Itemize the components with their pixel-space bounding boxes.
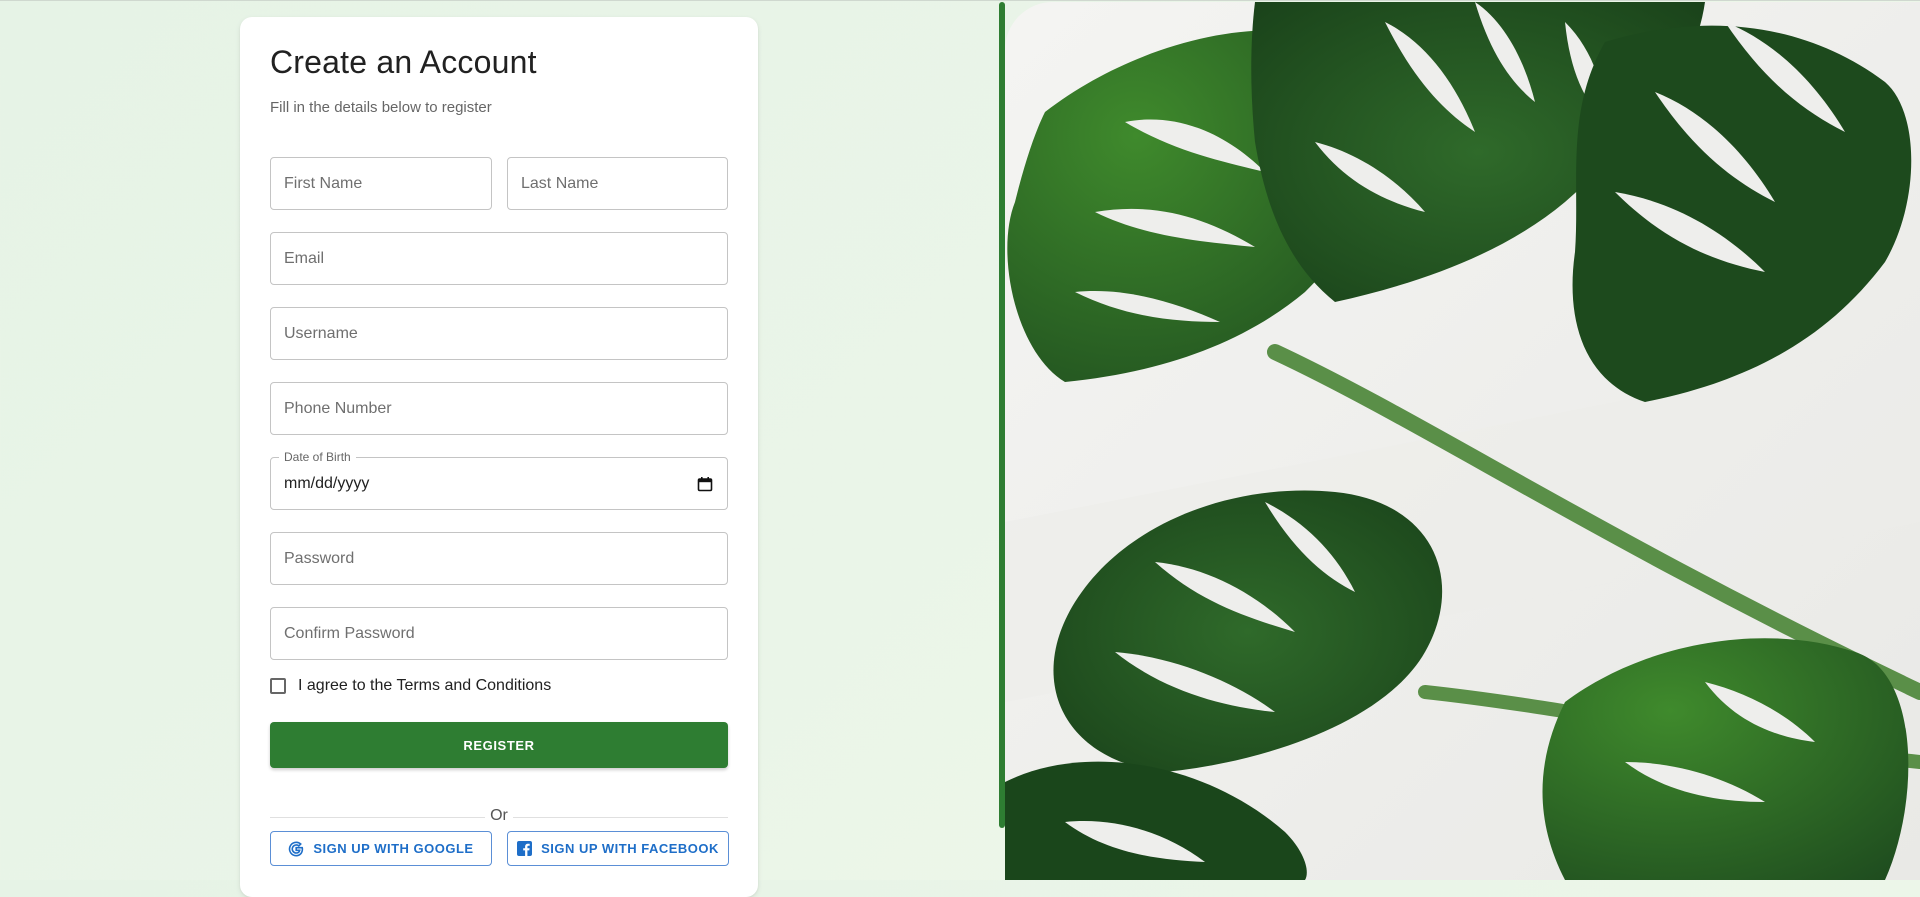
email-field (270, 232, 728, 285)
first-name-input[interactable] (271, 158, 491, 209)
last-name-field (507, 157, 728, 210)
divider-line-right (513, 817, 728, 818)
page-title: Create an Account (270, 44, 537, 80)
username-input[interactable] (271, 308, 727, 359)
google-icon (289, 841, 304, 857)
password-field (270, 532, 728, 585)
confirm-password-input[interactable] (271, 608, 727, 659)
terms-label[interactable]: I agree to the Terms and Conditions (298, 677, 551, 695)
page-subtitle: Fill in the details below to register (270, 99, 492, 116)
phone-field (270, 382, 728, 435)
last-name-input[interactable] (508, 158, 727, 209)
date-of-birth-field[interactable]: Date of Birth mm/dd/yyyy (270, 450, 728, 510)
hero-image (1005, 2, 1920, 880)
date-of-birth-label: Date of Birth (279, 450, 356, 464)
google-signup-button[interactable]: SIGN UP WITH GOOGLE (270, 831, 492, 866)
facebook-signup-button[interactable]: SIGN UP WITH FACEBOOK (507, 831, 729, 866)
terms-checkbox[interactable] (270, 678, 286, 694)
facebook-icon (517, 841, 533, 856)
email-input[interactable] (271, 233, 727, 284)
facebook-signup-label: SIGN UP WITH FACEBOOK (541, 841, 719, 856)
register-button[interactable]: REGISTER (270, 722, 728, 768)
phone-input[interactable] (271, 383, 727, 434)
calendar-icon[interactable] (697, 476, 713, 492)
registration-card: Create an Account Fill in the details be… (240, 17, 758, 897)
or-divider: Or (270, 807, 728, 827)
date-of-birth-value[interactable]: mm/dd/yyyy (284, 475, 369, 493)
monstera-leaves-illustration (1005, 2, 1920, 880)
terms-row: I agree to the Terms and Conditions (270, 677, 551, 695)
first-name-field (270, 157, 492, 210)
divider-text: Or (490, 807, 508, 824)
username-field (270, 307, 728, 360)
google-signup-label: SIGN UP WITH GOOGLE (313, 841, 474, 856)
top-border (0, 0, 1920, 1)
confirm-password-field (270, 607, 728, 660)
password-input[interactable] (271, 533, 727, 584)
